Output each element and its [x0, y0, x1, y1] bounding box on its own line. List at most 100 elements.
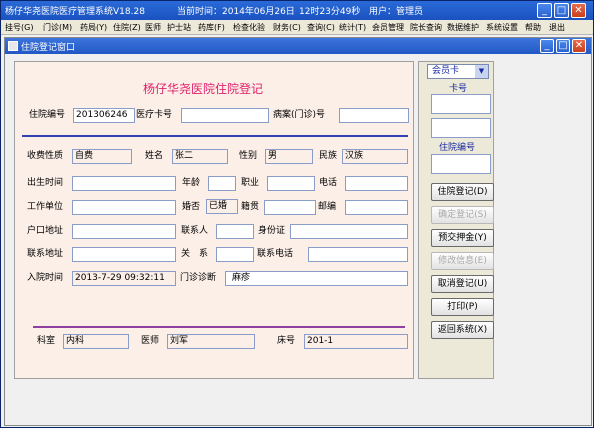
app-titlebar: 杨仔华尧医院医疗管理系统V18.28 当前时间：2014年06月26日 12时2… — [1, 1, 593, 20]
menu-item-outpatient[interactable]: 门诊(M) — [43, 22, 72, 33]
menu-item-director[interactable]: 院长查询 — [410, 22, 442, 33]
dept-field[interactable]: 内科 — [63, 334, 129, 349]
card-type-select[interactable]: 会员卡 ▼ — [427, 64, 489, 79]
phone-label: 电话 — [319, 178, 338, 188]
contact-label: 联系人 — [181, 226, 209, 236]
idcard-label: 身份证 — [258, 226, 286, 236]
postcode-label: 邮编 — [318, 202, 337, 212]
doctor-field[interactable]: 刘军 — [167, 334, 255, 349]
job-field[interactable] — [267, 176, 315, 191]
card-no-panel-label: 卡号 — [449, 84, 468, 94]
workplace-label: 工作单位 — [27, 202, 64, 212]
menu-item-exit[interactable]: 退出 — [549, 22, 565, 33]
menu-item-doctor[interactable]: 医师 — [145, 22, 161, 33]
print-button[interactable]: 打印(P) — [431, 298, 494, 316]
bed-field[interactable]: 201-1 — [304, 334, 408, 349]
admission-window-title: 住院登记窗口 — [21, 43, 76, 53]
menu-item-member[interactable]: 会员管理 — [372, 22, 404, 33]
name-label: 姓名 — [145, 151, 164, 161]
child-minimize-button[interactable]: _ — [540, 39, 554, 53]
gender-field[interactable]: 男 — [265, 149, 313, 164]
postcode-field[interactable] — [345, 200, 408, 215]
admission-time-field[interactable]: 2013-7-29 09:32:11 — [72, 271, 176, 286]
address-field[interactable] — [72, 247, 176, 262]
fee-type-field[interactable]: 自费 — [72, 149, 132, 164]
admission-form: 杨仔华尧医院住院登记 住院编号 201306246 医疗卡号 病案(门诊)号 收… — [14, 61, 414, 379]
adm-no-field[interactable]: 201306246 — [73, 108, 135, 123]
adm-no-panel-label: 住院编号 — [439, 143, 476, 153]
deposit-button[interactable]: 预交押金(Y) — [431, 229, 494, 247]
menu-item-query[interactable]: 查询(C) — [307, 22, 335, 33]
record-no-label: 病案(门诊)号 — [273, 110, 326, 120]
job-label: 职业 — [241, 178, 260, 188]
card-no-label: 医疗卡号 — [136, 110, 173, 120]
birth-field[interactable] — [72, 176, 176, 191]
action-panel: 会员卡 ▼ 卡号 住院编号 住院登记(D) 确定登记(S) 预交押金(Y) 修改… — [418, 61, 494, 379]
address-label: 联系地址 — [27, 249, 64, 259]
menu-item-finance[interactable]: 财务(C) — [273, 22, 301, 33]
card-no-field[interactable] — [181, 108, 269, 123]
return-button[interactable]: 返回系统(X) — [431, 321, 494, 339]
card-type-value: 会员卡 — [432, 66, 460, 76]
menu-item-nurse[interactable]: 护士站 — [167, 22, 191, 33]
ethnicity-label: 民族 — [319, 151, 338, 161]
marital-field[interactable]: 已婚 — [206, 199, 238, 214]
adm-no-label: 住院编号 — [29, 110, 66, 120]
card-no-input[interactable] — [431, 94, 491, 114]
menu-item-pharmacy[interactable]: 药局(Y) — [80, 22, 107, 33]
app-title: 杨仔华尧医院医疗管理系统V18.28 — [5, 7, 145, 17]
child-close-button[interactable]: ✕ — [572, 39, 586, 53]
blue-divider — [22, 135, 408, 137]
card-extra-input[interactable] — [431, 118, 491, 138]
cancel-admit-button[interactable]: 取消登记(U) — [431, 275, 494, 293]
admission-titlebar: 住院登记窗口 _ □ ✕ — [5, 38, 591, 54]
menu-item-drug-store[interactable]: 药库(F) — [198, 22, 225, 33]
relation-field[interactable] — [216, 247, 254, 262]
main-window: 杨仔华尧医院医疗管理系统V18.28 当前时间：2014年06月26日 12时2… — [0, 0, 594, 428]
fee-type-label: 收费性质 — [27, 151, 64, 161]
menu-item-settings[interactable]: 系统设置 — [486, 22, 518, 33]
maximize-button[interactable]: □ — [554, 3, 569, 18]
doctor-label: 医师 — [141, 336, 160, 346]
name-field[interactable]: 张二 — [172, 149, 228, 164]
menu-item-data[interactable]: 数据维护 — [447, 22, 479, 33]
menu-item-help[interactable]: 帮助 — [525, 22, 541, 33]
menu-item-inpatient[interactable]: 住院(Z) — [113, 22, 141, 33]
dept-label: 科室 — [37, 336, 56, 346]
phone-field[interactable] — [345, 176, 408, 191]
admit-button[interactable]: 住院登记(D) — [431, 183, 494, 201]
current-date: 当前时间：2014年06月26日 — [177, 7, 295, 17]
adm-no-input[interactable] — [431, 154, 491, 174]
hukou-field[interactable] — [72, 224, 176, 239]
birth-label: 出生时间 — [27, 178, 64, 188]
purple-divider — [33, 326, 405, 328]
edit-info-button[interactable]: 修改信息(E) — [431, 252, 494, 270]
workplace-field[interactable] — [72, 200, 176, 215]
chevron-down-icon[interactable]: ▼ — [475, 65, 488, 78]
menu-item-lab[interactable]: 检查化验 — [233, 22, 265, 33]
child-maximize-button[interactable]: □ — [556, 39, 570, 53]
marital-label: 婚否 — [182, 202, 201, 212]
origin-field[interactable] — [264, 200, 316, 215]
confirm-admit-button[interactable]: 确定登记(S) — [431, 206, 494, 224]
origin-label: 籍贯 — [241, 202, 260, 212]
menu-item-stats[interactable]: 统计(T) — [339, 22, 366, 33]
contact-phone-label: 联系电话 — [257, 249, 294, 259]
bed-label: 床号 — [277, 336, 296, 346]
menu-item-register[interactable]: 挂号(G) — [5, 22, 33, 33]
minimize-button[interactable]: _ — [537, 3, 552, 18]
idcard-field[interactable] — [290, 224, 408, 239]
admission-window: 住院登记窗口 _ □ ✕ 杨仔华尧医院住院登记 住院编号 201306246 医… — [4, 37, 592, 426]
close-button[interactable]: ✕ — [571, 3, 586, 18]
diagnosis-field[interactable]: 麻疹 — [225, 271, 408, 286]
current-user: 用户：管理员 — [369, 7, 424, 17]
age-field[interactable] — [208, 176, 236, 191]
record-no-field[interactable] — [339, 108, 409, 123]
form-title: 杨仔华尧医院住院登记 — [143, 82, 264, 96]
contact-phone-field[interactable] — [308, 247, 408, 262]
admission-time-label: 入院时间 — [27, 273, 64, 283]
window-icon — [8, 41, 18, 51]
contact-field[interactable] — [216, 224, 254, 239]
current-clock: 12时23分49秒 — [299, 7, 361, 17]
ethnicity-field[interactable]: 汉族 — [342, 149, 408, 164]
